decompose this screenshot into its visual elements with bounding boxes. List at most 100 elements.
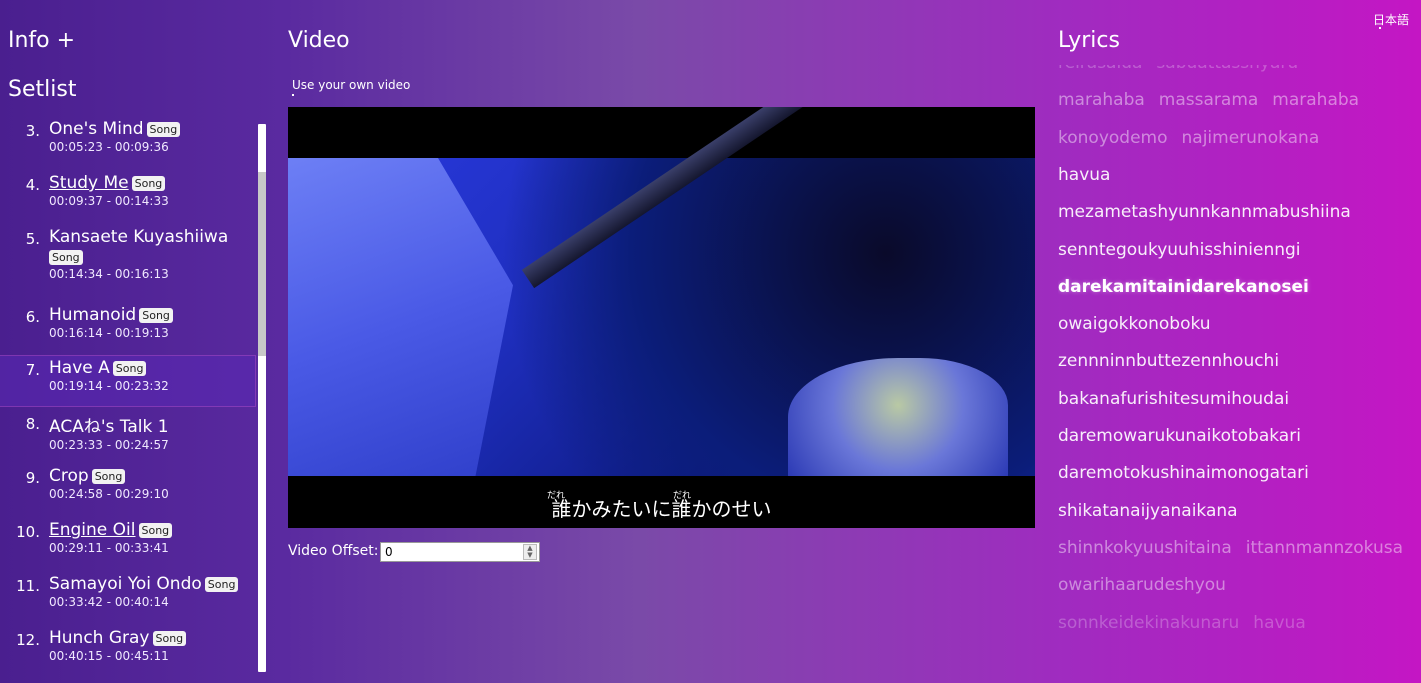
setlist-item[interactable]: 7. Have A Song 00:19:14 - 00:23:32 <box>0 356 255 406</box>
setlist-item-title: Humanoid <box>49 305 137 325</box>
setlist-item-time: 00:05:23 - 00:09:36 <box>49 140 169 154</box>
setlist-item[interactable]: 5. Kansaete Kuyashiiwa Song 00:14:34 - 00:1… <box>0 225 255 301</box>
own-video-dot <box>292 94 294 96</box>
setlist-item-time: 00:14:34 - 00:16:13 <box>49 267 169 281</box>
setlist: 3. One's Mind Song 00:05:23 - 00:09:36 4. Stu… <box>0 118 268 673</box>
lyric-line[interactable]: mezametashyunnkannmabushiina <box>1058 202 1365 222</box>
lyric-word: daremotokushinaimonogatari <box>1058 463 1309 484</box>
setlist-item-title: ACAね's Talk 1 <box>49 417 169 437</box>
video-offset-input[interactable] <box>380 542 540 562</box>
lyric-word: owaigokkonoboku <box>1058 314 1211 335</box>
lyric-word: marahaba <box>1272 90 1360 111</box>
song-badge: Song <box>131 176 166 191</box>
lyric-word: senntegoukyuuhisshinienngi <box>1058 239 1301 260</box>
setlist-item[interactable]: 12. Hunch Gray Song 00:40:15 - 00:45:11 <box>0 626 255 673</box>
lyric-line[interactable]: sonnkeidekinakunaru havua <box>1058 613 1320 633</box>
lyric-line[interactable]: reirasaida sabuattasshyaru <box>1058 65 1312 73</box>
lyric-word: sonnkeidekinakunaru <box>1058 612 1240 633</box>
setlist-item[interactable]: 6. Humanoid Song 00:16:14 - 00:19:13 <box>0 303 255 353</box>
song-badge: Song <box>91 469 126 484</box>
lyric-line[interactable]: darekamitainidarekanosei <box>1058 277 1323 297</box>
setlist-item[interactable]: 4. Study Me Song 00:09:37 - 00:14:33 <box>0 171 255 221</box>
lyric-line[interactable]: daremowarukunaikotobakari <box>1058 426 1315 446</box>
lyric-line[interactable]: konoyodemo najimerunokana <box>1058 128 1333 148</box>
lyric-word: najimerunokana <box>1181 127 1320 148</box>
lyric-word: mezametashyunnkannmabushiina <box>1058 202 1351 223</box>
lyric-line[interactable]: senntegoukyuuhisshinienngi <box>1058 240 1315 260</box>
info-heading[interactable]: Info + <box>8 28 75 53</box>
setlist-item-number: 7. <box>25 361 40 379</box>
lyric-line[interactable]: havua <box>1058 165 1124 185</box>
video-subtitle: 誰かみたいに誰かのせい <box>551 497 772 521</box>
setlist-item-time: 00:19:14 - 00:23:32 <box>49 379 169 393</box>
setlist-item-title: Have A <box>49 358 110 378</box>
lyric-word: sabuattasshyaru <box>1156 65 1298 73</box>
lyrics-panel: reirasaida sabuattasshyaru marahaba massara… <box>1058 65 1418 683</box>
setlist-item-title: Hunch Gray <box>49 628 150 648</box>
setlist-item-title: Crop <box>49 466 89 486</box>
lyric-word: reirasaida <box>1058 65 1142 73</box>
lyric-line[interactable]: owarihaarudeshyou <box>1058 575 1240 595</box>
setlist-item-number: 6. <box>25 308 40 326</box>
setlist-item-number: 10. <box>16 523 40 541</box>
song-badge: Song <box>138 523 173 538</box>
setlist-item-number: 4. <box>25 176 40 194</box>
setlist-item[interactable]: 8. ACAね's Talk 1 00:23:33 - 00:24:57 <box>0 410 255 460</box>
lyric-word: konoyodemo <box>1058 127 1168 148</box>
setlist-item-title: Kansaete Kuyashiiwa <box>49 227 229 247</box>
setlist-item-time: 00:40:15 - 00:45:11 <box>49 649 169 663</box>
setlist-item-title[interactable]: Engine Oil <box>49 520 136 540</box>
setlist-item[interactable]: 10. Engine Oil Song 00:29:11 - 00:33:41 <box>0 518 255 568</box>
song-badge: Song <box>139 308 173 323</box>
setlist-item-title[interactable]: Study Me <box>49 173 129 193</box>
setlist-item-title: One's Mind <box>49 119 144 139</box>
setlist-scrollbar-thumb[interactable] <box>258 172 266 356</box>
lyric-line[interactable]: shinnkokyuushitaina ittannmannzokusa <box>1058 538 1417 558</box>
setlist-item-time: 00:24:58 - 00:29:10 <box>49 487 169 501</box>
lyric-line[interactable]: shikatanaijyanaikana <box>1058 501 1252 521</box>
setlist-item[interactable]: 9. Crop Song 00:24:58 - 00:29:10 <box>0 464 255 514</box>
setlist-item-time: 00:29:11 - 00:33:41 <box>49 541 169 555</box>
lyric-line[interactable]: bakanafurishitesumihoudai <box>1058 389 1303 409</box>
setlist-item-title: Samayoi Yoi Ondo <box>49 574 202 594</box>
video-offset-label: Video Offset: <box>288 543 379 559</box>
setlist-item-number: 5. <box>25 230 40 248</box>
lyric-word: havua <box>1058 164 1111 185</box>
setlist-item-time: 00:09:37 - 00:14:33 <box>49 194 169 208</box>
setlist-item[interactable]: 11. Samayoi Yoi Ondo Song 00:33:42 - 00:40:… <box>0 572 255 622</box>
song-badge: Song <box>112 361 147 376</box>
lyric-word: shikatanaijyanaikana <box>1058 500 1238 521</box>
language-toggle[interactable]: 日本語 <box>1373 11 1409 28</box>
song-badge: Song <box>146 122 181 137</box>
lyric-line[interactable]: owaigokkonoboku <box>1058 314 1225 334</box>
lyric-word: shinnkokyuushitaina <box>1058 537 1232 558</box>
lyric-word: massarama <box>1158 90 1259 111</box>
video-guitar-neck-shape <box>521 107 916 289</box>
song-badge: Song <box>204 577 239 592</box>
lyric-line[interactable]: marahaba massarama marahaba <box>1058 90 1373 110</box>
video-sleeve-shape <box>288 158 513 476</box>
video-offset-spinner[interactable]: ▲ ▼ <box>523 544 537 560</box>
setlist-heading: Setlist <box>8 77 77 102</box>
video-heading: Video <box>288 28 350 53</box>
lyric-line[interactable]: zennninnbuttezennhouchi <box>1058 351 1293 371</box>
lyric-word: havua <box>1253 612 1306 633</box>
lyric-word: daremowarukunaikotobakari <box>1058 426 1301 446</box>
lyric-word: marahaba <box>1058 90 1145 111</box>
setlist-item-number: 8. <box>25 415 40 433</box>
lyric-word: bakanafurishitesumihoudai <box>1058 388 1290 409</box>
video-player[interactable]: だれ だれ 誰かみたいに誰かのせい <box>288 107 1035 528</box>
lyric-line[interactable]: daremotokushinaimonogatari <box>1058 463 1323 483</box>
lyric-word: darekamitainidarekanosei <box>1058 276 1309 297</box>
song-badge: Song <box>152 631 187 646</box>
setlist-item[interactable]: 3. One's Mind Song 00:05:23 - 00:09:36 <box>0 118 255 167</box>
setlist-item-number: 12. <box>16 631 40 649</box>
video-hand-shape <box>788 358 1008 476</box>
setlist-scrollbar[interactable] <box>258 124 266 672</box>
use-own-video-link[interactable]: Use your own video <box>292 78 410 92</box>
setlist-item-time: 00:23:33 - 00:24:57 <box>49 438 169 452</box>
language-toggle-dot <box>1379 27 1381 29</box>
setlist-item-number: 3. <box>25 122 40 140</box>
video-frame-image <box>288 107 1035 476</box>
lyrics-heading: Lyrics <box>1058 28 1120 53</box>
